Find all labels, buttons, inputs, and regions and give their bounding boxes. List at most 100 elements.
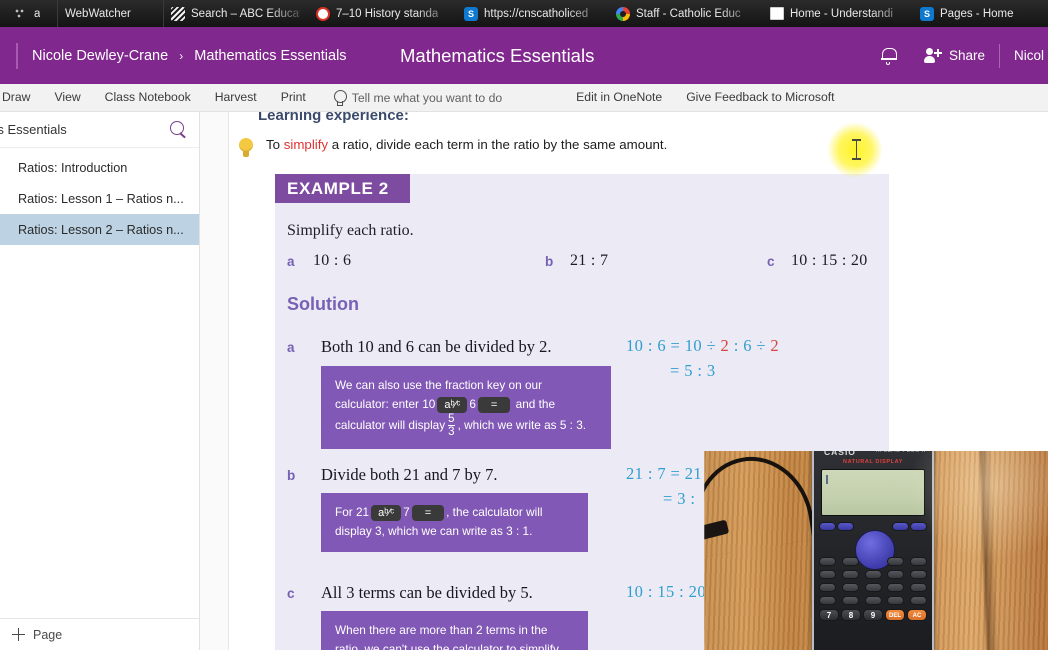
question-row: a 10 : 6 b 21 : 7 c 10 : 15 : 20 xyxy=(287,252,877,274)
fraction-numerator: 5 xyxy=(448,413,455,425)
working-a-l1-r2: 2 xyxy=(770,336,780,355)
browser-tab-4[interactable]: S https://cnscatholiced xyxy=(457,0,609,27)
ribbon-tab-class-notebook[interactable]: Class Notebook xyxy=(93,84,203,111)
notifications-button[interactable] xyxy=(867,27,910,84)
example-badge: EXAMPLE 2 xyxy=(275,174,410,203)
lightbulb-icon xyxy=(238,138,254,159)
browser-tab-3[interactable]: 7–10 History standa xyxy=(309,0,457,27)
tip-keyword: simplify xyxy=(283,137,329,152)
add-page-button[interactable]: Page xyxy=(0,618,199,650)
header-actions: Share Nicol xyxy=(867,27,1048,84)
app-header: Nicole Dewley-Crane › Mathematics Essent… xyxy=(0,27,1048,84)
webcam-border xyxy=(704,451,1048,650)
account-button[interactable]: Nicol xyxy=(1000,27,1048,84)
question-label-c: c xyxy=(767,254,775,269)
overflow-dots-icon xyxy=(14,6,28,21)
part-label-c: c xyxy=(287,586,295,601)
browser-tab-label: https://cnscatholiced xyxy=(484,7,589,20)
question-value-c: 10 : 15 : 20 xyxy=(791,252,868,269)
page-item-label: Ratios: Lesson 1 – Ratios n... xyxy=(18,191,184,206)
breadcrumb-notebook[interactable]: Mathematics Essentials xyxy=(194,48,346,64)
add-page-label: Page xyxy=(33,627,63,642)
working-a-l1-b: : 6 ÷ xyxy=(729,336,771,355)
fraction-denominator: 3 xyxy=(448,425,455,438)
edit-in-onenote-button[interactable]: Edit in OneNote xyxy=(564,84,674,111)
page-item-label: Ratios: Introduction xyxy=(18,160,128,175)
share-button[interactable]: Share xyxy=(910,27,999,84)
browser-tab-label: 7–10 History standa xyxy=(336,7,439,20)
page-list-pane: ics Essentials Ratios: Introduction Rati… xyxy=(0,112,200,650)
browser-tab-label: WebWatcher xyxy=(65,7,131,20)
working-a-l1-a: 10 : 6 = 10 ÷ xyxy=(626,336,721,355)
calculator-note-c: When there are more than 2 terms in the … xyxy=(321,611,588,650)
browser-tab-label: Pages - Home xyxy=(940,7,1014,20)
question-value-a: 10 : 6 xyxy=(313,252,352,269)
part-text-b: Divide both 21 and 7 by 7. xyxy=(321,465,498,484)
fraction-key-icon: aᵇ⁄ᶜ xyxy=(437,396,468,413)
question-label-a: a xyxy=(287,254,295,269)
part-label-a: a xyxy=(287,340,295,355)
working-a-line2: = 5 : 3 xyxy=(670,361,716,380)
browser-tab-label: Home - Understandi xyxy=(790,7,893,20)
working-a-l1-r1: 2 xyxy=(720,336,730,355)
canvas-gutter xyxy=(200,112,228,650)
note-text-b-mid1: 7 xyxy=(403,505,410,519)
working-a-line1: 10 : 6 = 10 ÷ 2 : 6 ÷ 2 xyxy=(626,336,779,356)
give-feedback-button[interactable]: Give Feedback to Microsoft xyxy=(674,84,846,111)
browser-tab-7[interactable]: S Pages - Home xyxy=(913,0,1048,27)
ribbon-tab-harvest[interactable]: Harvest xyxy=(203,84,269,111)
ribbon-tab-draw[interactable]: Draw xyxy=(0,84,42,111)
note-text-c: When there are more than 2 terms in the … xyxy=(335,623,562,650)
plus-icon xyxy=(12,628,25,641)
note-text-a-mid1: 6 xyxy=(469,397,476,411)
working-c-line1: 10 : 15 : 20 xyxy=(626,582,706,601)
browser-tab-label: Staff - Catholic Educ xyxy=(636,7,741,20)
section-heading: Learning experience: xyxy=(258,112,409,124)
calculator-note-a: We can also use the fraction key on our … xyxy=(321,366,611,449)
notebook-search-bar[interactable]: ics Essentials xyxy=(0,112,199,148)
page-list-item-ratios-lesson-1[interactable]: Ratios: Lesson 1 – Ratios n... xyxy=(0,183,199,214)
fraction-five-thirds: 53 xyxy=(448,413,455,438)
page-list-item-ratios-lesson-2[interactable]: Ratios: Lesson 2 – Ratios n... xyxy=(0,214,199,245)
document-icon xyxy=(770,7,784,20)
browser-tab-6[interactable]: Home - Understandi xyxy=(761,0,913,27)
screen-root: a WebWatcher Search – ABC Educat 7–10 Hi… xyxy=(0,0,1048,650)
canvas-left-rule xyxy=(228,112,229,650)
ribbon-tab-print[interactable]: Print xyxy=(269,84,318,111)
working-b-line2: = 3 : xyxy=(663,489,696,508)
browser-tab-0[interactable]: a xyxy=(0,0,58,27)
equals-key-icon: = xyxy=(411,504,445,521)
sharepoint-icon: S xyxy=(920,6,934,21)
tip-suffix: a ratio, divide each term in the ratio b… xyxy=(328,137,668,152)
webcam-overlay[interactable]: CASIO fx-82AU PLUS II NATURAL DISPLAY 7 … xyxy=(704,451,1048,650)
figure-instruction: Simplify each ratio. xyxy=(287,222,414,239)
share-label: Share xyxy=(948,48,985,63)
breadcrumb-owner[interactable]: Nicole Dewley-Crane xyxy=(32,48,168,64)
sharepoint-icon: S xyxy=(464,6,478,21)
fraction-key-icon: aᵇ⁄ᶜ xyxy=(371,504,402,521)
breadcrumb: Nicole Dewley-Crane › Mathematics Essent… xyxy=(32,48,347,64)
browser-tab-2[interactable]: Search – ABC Educat xyxy=(164,0,309,27)
part-text-c: All 3 terms can be divided by 5. xyxy=(321,583,533,602)
notebook-name-truncated: ics Essentials xyxy=(0,122,67,137)
browser-tab-label: a xyxy=(34,7,41,20)
ribbon-tab-view[interactable]: View xyxy=(42,84,92,111)
account-label: Nicol xyxy=(1013,48,1044,63)
tip-row: To simplify a ratio, divide each term in… xyxy=(238,136,667,159)
browser-tab-1[interactable]: WebWatcher xyxy=(58,0,164,27)
calculator-note-b: For 21 aᵇ⁄ᶜ 7 =, the calculator will displa… xyxy=(321,493,588,552)
page-list: Ratios: Introduction Ratios: Lesson 1 – … xyxy=(0,148,199,245)
lightbulb-icon xyxy=(333,90,347,106)
page-item-label: Ratios: Lesson 2 – Ratios n... xyxy=(18,222,184,237)
page-title: Mathematics Essentials xyxy=(400,44,595,66)
person-add-icon xyxy=(923,48,942,63)
browser-tab-5[interactable]: Staff - Catholic Educ xyxy=(609,0,761,27)
page-list-item-ratios-introduction[interactable]: Ratios: Introduction xyxy=(0,152,199,183)
app-launcher-icon[interactable] xyxy=(16,42,18,69)
browser-tab-label: Search – ABC Educat xyxy=(191,7,300,20)
tell-me-search[interactable]: Tell me what you want to do xyxy=(318,90,512,106)
google-icon xyxy=(616,6,630,21)
search-icon[interactable] xyxy=(170,121,187,138)
tip-text: To simplify a ratio, divide each term in… xyxy=(266,136,667,154)
note-text-b-pre: For 21 xyxy=(335,505,370,519)
